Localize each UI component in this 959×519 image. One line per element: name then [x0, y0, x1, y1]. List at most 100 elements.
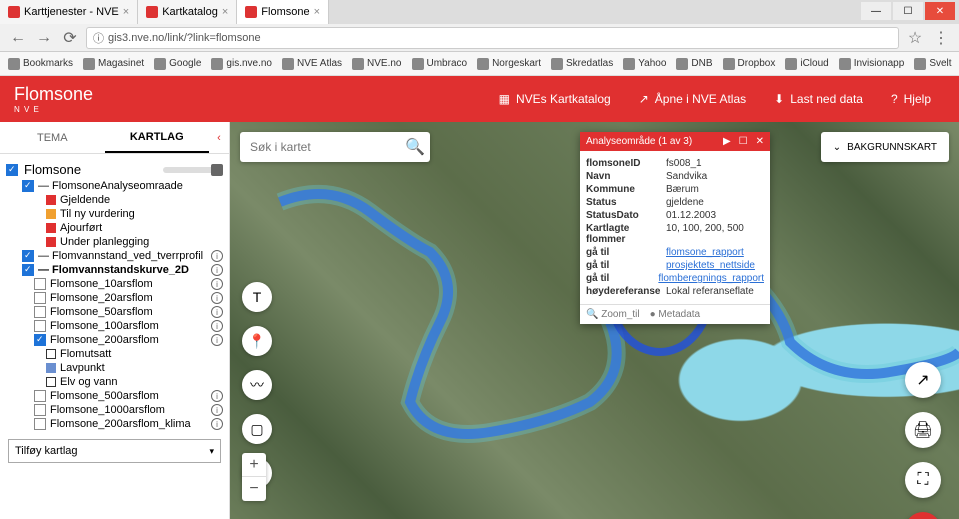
help-button[interactable]: ? Hjelp [877, 92, 945, 106]
info-icon[interactable]: i [211, 278, 223, 290]
layer-item[interactable]: — Flomvannstand_ved_tverrprofili [0, 249, 229, 263]
info-icon[interactable]: i [211, 320, 223, 332]
bookmark-item[interactable]: Invisionapp [839, 58, 905, 70]
search-input[interactable] [250, 140, 405, 154]
url-input[interactable]: ⓘ gis3.nve.no/link/?link=flomsone [86, 27, 899, 49]
checkbox[interactable] [34, 292, 46, 304]
share-button[interactable]: ↗ [905, 362, 941, 398]
star-icon[interactable]: ☆ [905, 28, 925, 48]
popup-link[interactable]: flomberegnings_rapport [658, 273, 764, 284]
forward-button[interactable]: → [34, 28, 54, 48]
locate-button[interactable]: ◎ [905, 512, 941, 519]
bookmark-icon [154, 58, 166, 70]
checkbox[interactable] [34, 404, 46, 416]
bookmark-item[interactable]: gis.nve.no [211, 58, 272, 70]
popup-expand-icon[interactable]: ☐ [739, 136, 748, 147]
info-icon[interactable]: i [211, 264, 223, 276]
window-maximize[interactable]: ☐ [893, 2, 923, 20]
add-layer-select[interactable]: Tilføy kartlag [8, 439, 221, 463]
legend-swatch [46, 195, 56, 205]
info-icon[interactable]: i [211, 306, 223, 318]
checkbox[interactable] [6, 164, 18, 176]
bookmark-item[interactable]: NVE Atlas [282, 58, 342, 70]
window-minimize[interactable]: — [861, 2, 891, 20]
info-icon[interactable]: i [211, 334, 223, 346]
bookmark-item[interactable]: Norgeskart [477, 58, 541, 70]
layer-item[interactable]: Flomsone_20arsflomi [0, 291, 229, 305]
popup-link[interactable]: prosjektets_nettside [666, 260, 755, 271]
menu-icon[interactable]: ⋮ [931, 28, 951, 48]
map-canvas[interactable]: 🔍 ⌄ BAKGRUNNSKART Analyseområde (1 av 3)… [230, 122, 959, 519]
tab-favicon [146, 6, 158, 18]
sidebar-collapse[interactable]: ‹ [209, 122, 229, 153]
zoom-in[interactable]: + [242, 453, 266, 477]
metadata-link[interactable]: ● Metadata [650, 309, 701, 320]
reload-button[interactable]: ⟳ [60, 28, 80, 48]
layer-item[interactable]: — FlomsoneAnalyseomraade [0, 179, 229, 193]
bookmark-item[interactable]: Magasinet [83, 58, 144, 70]
tab-kartlag[interactable]: KARTLAG [105, 122, 210, 153]
checkbox[interactable] [22, 180, 34, 192]
popup-next-icon[interactable]: ▶ [723, 136, 731, 147]
info-icon[interactable]: i [211, 292, 223, 304]
opacity-slider[interactable] [163, 167, 223, 173]
info-icon[interactable]: i [211, 404, 223, 416]
checkbox[interactable] [34, 320, 46, 332]
checkbox[interactable] [34, 278, 46, 290]
map-search[interactable]: 🔍 [240, 132, 430, 162]
bookmark-item[interactable]: Google [154, 58, 201, 70]
checkbox[interactable] [34, 334, 46, 346]
tab-close-icon[interactable]: × [314, 6, 320, 18]
checkbox[interactable] [22, 250, 34, 262]
search-icon[interactable]: 🔍 [405, 137, 425, 157]
layer-item[interactable]: — Flomvannstandskurve_2Di [0, 263, 229, 277]
layer-root[interactable]: Flomsone [0, 154, 229, 179]
bookmark-item[interactable]: DNB [676, 58, 712, 70]
popup-close-icon[interactable]: ✕ [756, 136, 764, 147]
checkbox[interactable] [22, 264, 34, 276]
checkbox[interactable] [34, 306, 46, 318]
background-map-button[interactable]: ⌄ BAKGRUNNSKART [821, 132, 949, 162]
checkbox[interactable] [34, 390, 46, 402]
layer-item[interactable]: Flomsone_100arsflomi [0, 319, 229, 333]
text-tool[interactable]: T [242, 282, 272, 312]
info-icon[interactable]: i [211, 418, 223, 430]
layer-item[interactable]: Flomsone_200arsflom_klimai [0, 417, 229, 431]
bookmark-item[interactable]: Dropbox [723, 58, 776, 70]
bookmark-item[interactable]: Umbraco [412, 58, 468, 70]
browser-tab[interactable]: Flomsone× [237, 0, 329, 24]
layer-item[interactable]: Flomsone_1000arsflomi [0, 403, 229, 417]
bookmark-item[interactable]: Bookmarks [8, 58, 73, 70]
browser-tab[interactable]: Karttjenester - NVE× [0, 0, 138, 24]
layer-item[interactable]: Flomsone_50arsflomi [0, 305, 229, 319]
line-tool[interactable]: 〰 [242, 370, 272, 400]
popup-link[interactable]: flomsone_rapport [666, 247, 744, 258]
bookmark-icon [551, 58, 563, 70]
layer-item[interactable]: Flomsone_10arsflomi [0, 277, 229, 291]
bookmark-item[interactable]: iCloud [785, 58, 828, 70]
bookmark-item[interactable]: Yahoo [623, 58, 666, 70]
info-icon[interactable]: i [211, 390, 223, 402]
fullscreen-button[interactable]: ⛶ [905, 462, 941, 498]
browser-tab[interactable]: Kartkatalog× [138, 0, 237, 24]
download-button[interactable]: ⬇ Last ned data [760, 92, 877, 106]
print-button[interactable]: 🖨 [905, 412, 941, 448]
rect-tool[interactable]: ▢ [242, 414, 272, 444]
open-atlas-button[interactable]: ↗ Åpne i NVE Atlas [625, 92, 760, 106]
catalog-button[interactable]: ▦ NVEs Kartkatalog [485, 92, 625, 106]
marker-tool[interactable]: 📍 [242, 326, 272, 356]
bookmark-item[interactable]: NVE.no [352, 58, 401, 70]
layer-item[interactable]: Flomsone_500arsflomi [0, 389, 229, 403]
info-icon[interactable]: i [211, 250, 223, 262]
tab-close-icon[interactable]: × [222, 6, 228, 18]
bookmark-item[interactable]: Svelt [914, 58, 951, 70]
zoom-to-link[interactable]: 🔍 Zoom_til [586, 309, 640, 320]
back-button[interactable]: ← [8, 28, 28, 48]
window-close[interactable]: ✕ [925, 2, 955, 20]
tab-tema[interactable]: TEMA [0, 122, 105, 153]
tab-close-icon[interactable]: × [123, 6, 129, 18]
checkbox[interactable] [34, 418, 46, 430]
layer-item[interactable]: Flomsone_200arsflomi [0, 333, 229, 347]
bookmark-item[interactable]: Skredatlas [551, 58, 613, 70]
zoom-out[interactable]: − [242, 477, 266, 501]
